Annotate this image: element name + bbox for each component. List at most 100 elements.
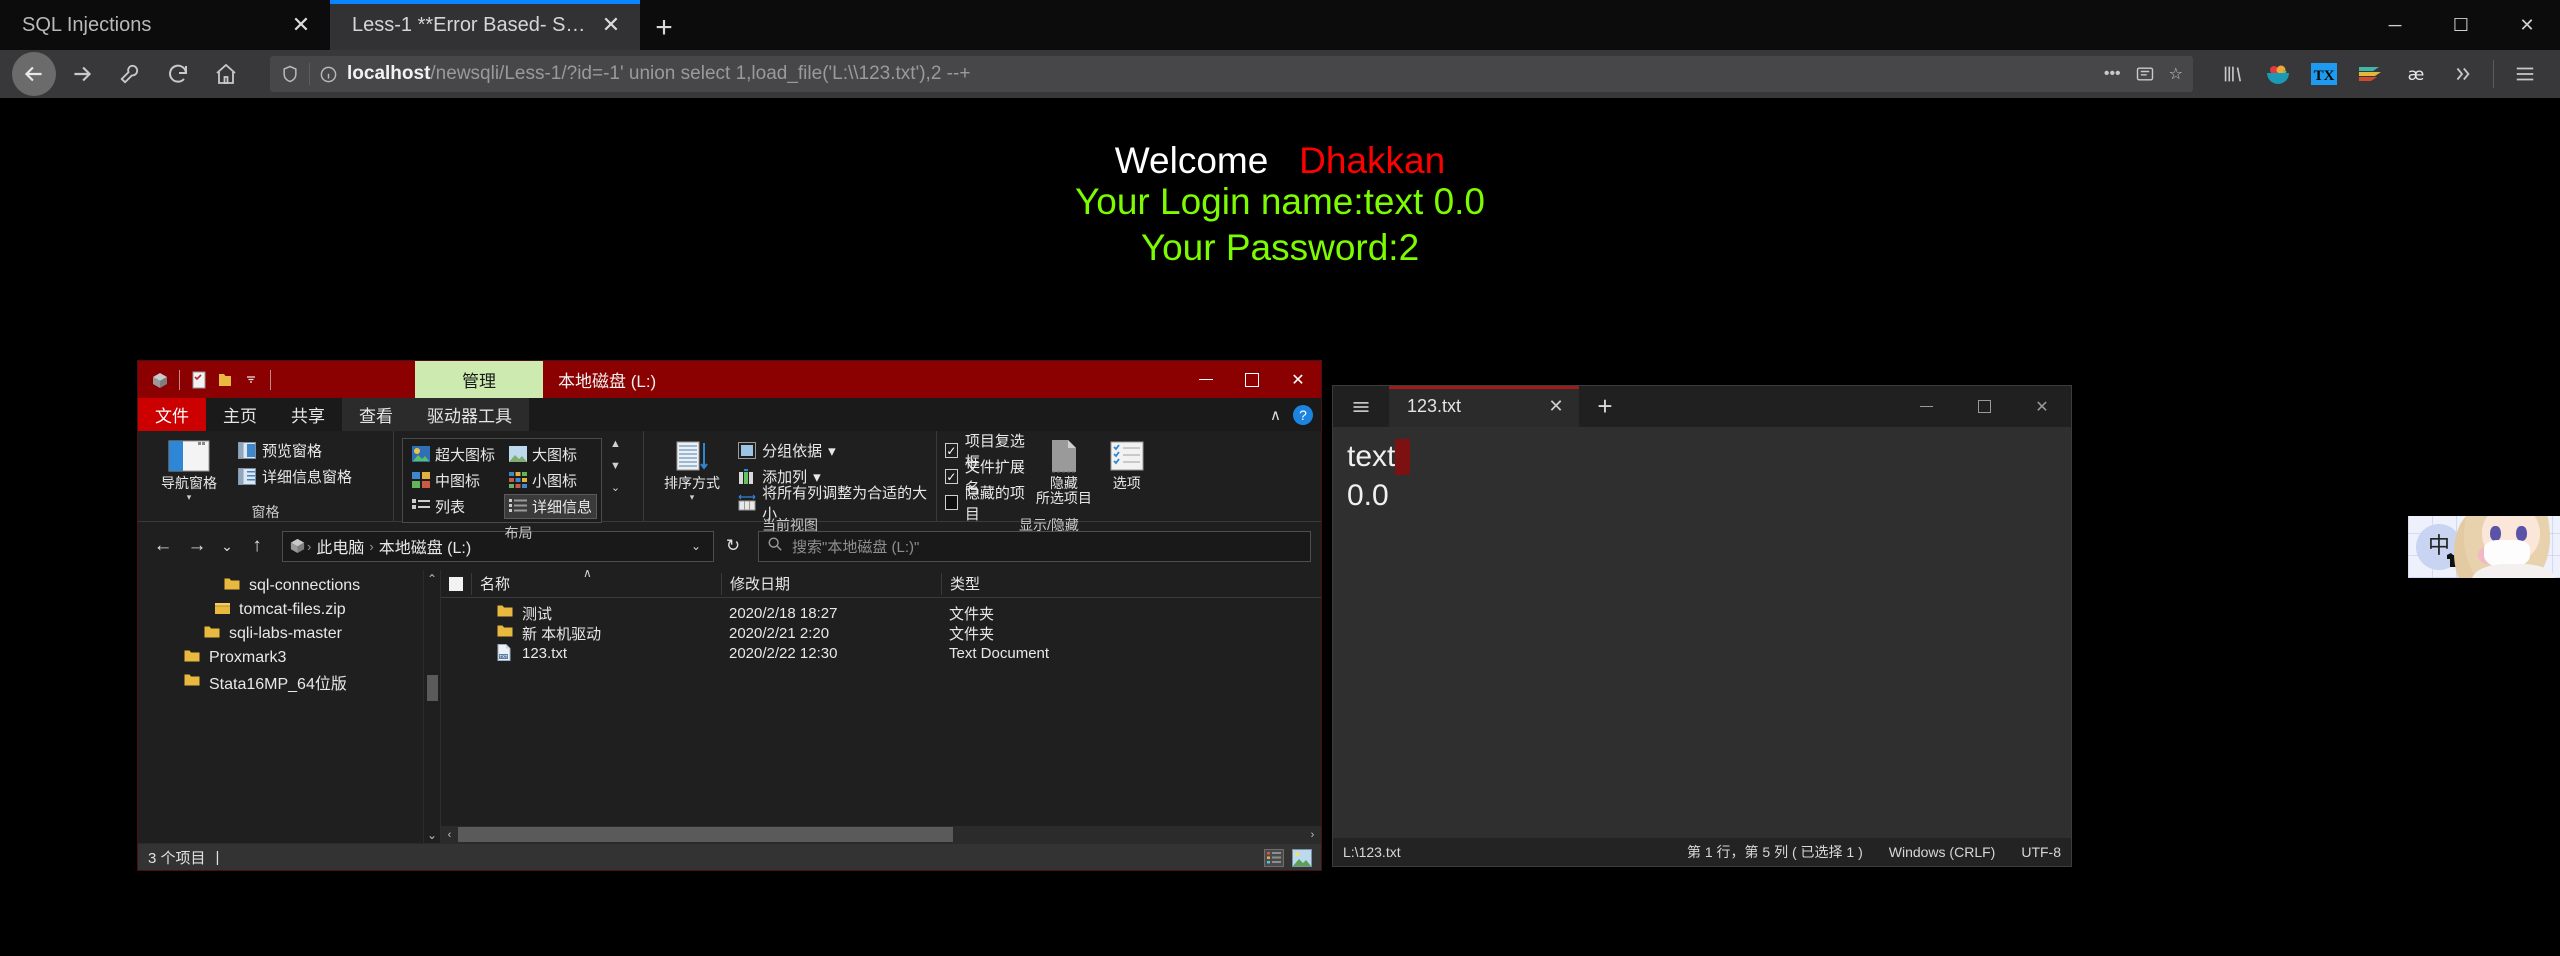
editor-text-area[interactable]: text 0.0 xyxy=(1333,427,2071,838)
bookmark-star-icon[interactable]: ☆ xyxy=(2169,64,2183,84)
group-by-caret-icon[interactable]: ▾ xyxy=(828,442,836,460)
explorer-up-icon[interactable]: ↑ xyxy=(242,531,272,561)
explorer-search-box[interactable]: 搜索"本地磁盘 (L:)" xyxy=(758,530,1311,562)
editor-encoding[interactable]: UTF-8 xyxy=(2021,844,2061,860)
explorer-recent-locations-icon[interactable]: ⌄ xyxy=(216,531,238,561)
tx-extension-icon[interactable]: TX xyxy=(2301,52,2347,96)
tree-scrollbar[interactable]: ⌃ ⌄ xyxy=(423,570,440,843)
close-button[interactable]: ✕ xyxy=(2494,0,2560,50)
large-icons-view-icon[interactable] xyxy=(1291,847,1313,868)
editor-line-ending[interactable]: Windows (CRLF) xyxy=(1889,844,1996,860)
new-tab-button[interactable]: + xyxy=(640,6,688,50)
ime-indicator-widget[interactable]: 中 xyxy=(2408,516,2560,578)
preview-pane-button[interactable]: 预览窗格 xyxy=(238,438,352,463)
item-checkboxes-checkbox[interactable]: ✓ xyxy=(945,443,958,458)
tree-item-proxmark3[interactable]: Proxmark3 xyxy=(138,646,440,670)
tab-close-icon[interactable]: ✕ xyxy=(596,10,626,40)
forward-icon[interactable] xyxy=(60,52,104,96)
explorer-refresh-icon[interactable]: ↻ xyxy=(718,531,748,562)
explorer-title-bar[interactable]: 管理 本地磁盘 (L:) ✕ xyxy=(138,361,1321,398)
gallery-scroll-down-icon[interactable]: ▼ xyxy=(610,460,621,472)
hamburger-menu-icon[interactable] xyxy=(1333,386,1389,427)
hscroll-left-icon[interactable]: ‹ xyxy=(441,829,458,841)
view-list[interactable]: 列表 xyxy=(407,494,500,519)
view-extra-large-icons[interactable]: 超大图标 xyxy=(407,442,500,467)
ribbon-tab-share[interactable]: 共享 xyxy=(274,398,342,431)
table-row[interactable]: 测试 2020/2/18 18:27 文件夹 xyxy=(441,603,1321,623)
contextual-tab-manage[interactable]: 管理 xyxy=(415,361,543,398)
browser-tab-sql-injections[interactable]: SQL Injections ✕ xyxy=(0,0,330,50)
options-button[interactable]: 选项 xyxy=(1100,438,1153,491)
editor-close-button[interactable]: ✕ xyxy=(2013,386,2071,427)
page-actions-icon[interactable]: ••• xyxy=(2104,65,2121,83)
ribbon-tab-file[interactable]: 文件 xyxy=(138,398,206,431)
group-by-button[interactable]: 分组依据 ▾ xyxy=(738,438,928,463)
breadcrumb-this-pc[interactable]: 此电脑 xyxy=(316,534,364,558)
tree-scroll-up-icon[interactable]: ⌃ xyxy=(427,570,437,587)
ae-extension-icon[interactable]: æ xyxy=(2393,52,2439,96)
customize-qat-caret-icon[interactable] xyxy=(239,367,263,393)
view-small-icons[interactable]: 小图标 xyxy=(504,468,597,493)
explorer-forward-icon[interactable]: → xyxy=(182,531,212,561)
tree-scroll-down-icon[interactable]: ⌄ xyxy=(427,826,437,843)
properties-icon[interactable] xyxy=(187,367,211,393)
gallery-scroll-up-icon[interactable]: ▲ xyxy=(610,438,621,450)
column-header-date[interactable]: 修改日期 xyxy=(721,572,941,595)
table-row[interactable]: TXT 123.txt 2020/2/22 12:30 Text Documen… xyxy=(441,643,1321,663)
file-extensions-checkbox[interactable]: ✓ xyxy=(945,469,958,484)
view-details[interactable]: 详细信息 xyxy=(504,494,598,519)
editor-maximize-button[interactable] xyxy=(1955,386,2013,427)
editor-new-tab-button[interactable]: + xyxy=(1579,386,1631,427)
tab-close-icon[interactable]: ✕ xyxy=(286,10,316,40)
view-gallery-scroll[interactable]: ▲ ▼ ⌄ xyxy=(610,438,621,494)
url-bar[interactable]: localhost/newsqli/Less-1/?id=-1' union s… xyxy=(270,56,2193,92)
ribbon-tab-view[interactable]: 查看 xyxy=(342,398,410,431)
explorer-minimize-button[interactable] xyxy=(1183,361,1229,398)
fit-columns-button[interactable]: 将所有列调整为合适的大小 xyxy=(738,485,928,523)
reload-icon[interactable] xyxy=(156,52,200,96)
new-folder-icon[interactable] xyxy=(213,367,237,393)
column-header-name[interactable]: 名称 xyxy=(471,572,721,595)
hide-selected-items-button[interactable]: 隐藏 所选项目 xyxy=(1033,438,1094,505)
fruit-bowl-icon[interactable] xyxy=(2255,52,2301,96)
editor-tab-123-txt[interactable]: 123.txt ✕ xyxy=(1389,386,1579,427)
tree-item-tomcat-files-zip[interactable]: tomcat-files.zip xyxy=(138,598,440,622)
hscroll-thumb[interactable] xyxy=(458,827,953,842)
browser-tab-less-1[interactable]: Less-1 **Error Based- String** ✕ xyxy=(330,0,640,50)
collapse-ribbon-icon[interactable]: ∧ xyxy=(1270,406,1281,424)
hamburger-menu-icon[interactable] xyxy=(2502,52,2548,96)
sort-by-button[interactable]: 排序方式 ▾ xyxy=(652,438,732,502)
view-medium-icons[interactable]: 中图标 xyxy=(407,468,500,493)
ribbon-tab-home[interactable]: 主页 xyxy=(206,398,274,431)
editor-title-bar[interactable]: 123.txt ✕ + ✕ xyxy=(1333,386,2071,427)
url-text[interactable]: localhost/newsqli/Less-1/?id=-1' union s… xyxy=(347,63,2090,85)
hidden-items-checkbox[interactable] xyxy=(945,495,958,510)
select-all-checkbox[interactable] xyxy=(441,576,471,591)
table-row[interactable]: 新 本机驱动 2020/2/21 2:20 文件夹 xyxy=(441,623,1321,643)
info-icon[interactable] xyxy=(319,65,338,84)
tree-item-sql-connections[interactable]: sql-connections xyxy=(138,574,440,598)
ribbon-tab-drive-tools[interactable]: 驱动器工具 xyxy=(410,398,529,431)
reader-view-icon[interactable] xyxy=(2135,64,2155,84)
back-icon[interactable] xyxy=(12,52,56,96)
explorer-back-icon[interactable]: ← xyxy=(148,531,178,561)
editor-tab-close-icon[interactable]: ✕ xyxy=(1543,396,1569,417)
column-header-type[interactable]: 类型 xyxy=(941,572,1321,595)
tree-scroll-thumb[interactable] xyxy=(426,675,438,701)
editor-minimize-button[interactable] xyxy=(1897,386,1955,427)
hscroll-right-icon[interactable]: › xyxy=(1304,829,1321,841)
maximize-button[interactable]: ☐ xyxy=(2428,0,2494,50)
hidden-items-option[interactable]: 隐藏的项目 xyxy=(945,485,1027,523)
navigation-pane-caret-icon[interactable]: ▾ xyxy=(187,492,192,502)
sort-by-caret-icon[interactable]: ▾ xyxy=(690,492,695,502)
explorer-maximize-button[interactable] xyxy=(1229,361,1275,398)
details-pane-button[interactable]: 详细信息窗格 xyxy=(238,464,352,489)
tree-item-sqli-labs-master[interactable]: sqli-labs-master xyxy=(138,622,440,646)
help-icon[interactable]: ? xyxy=(1293,404,1313,425)
tree-item-stata16mp[interactable]: Stata16MP_64位版 xyxy=(138,670,440,694)
library-icon[interactable] xyxy=(2209,52,2255,96)
details-view-icon[interactable] xyxy=(1263,847,1285,868)
home-icon[interactable] xyxy=(204,52,248,96)
minimize-button[interactable]: ─ xyxy=(2362,0,2428,50)
breadcrumb-dropdown-icon[interactable]: ⌄ xyxy=(685,539,707,553)
